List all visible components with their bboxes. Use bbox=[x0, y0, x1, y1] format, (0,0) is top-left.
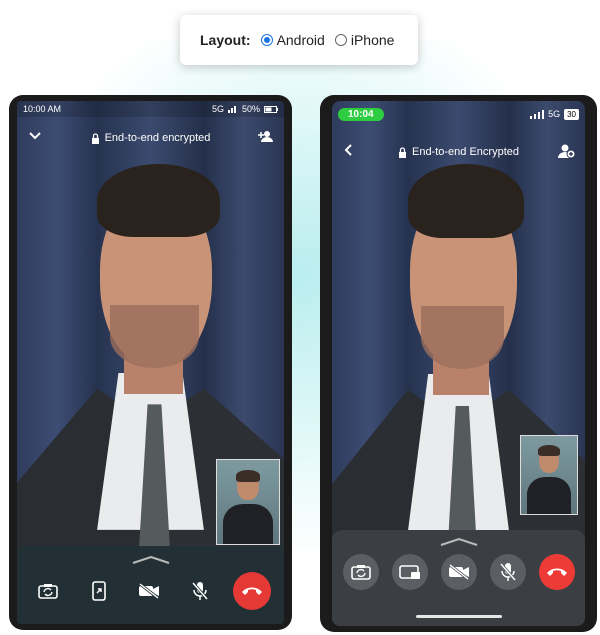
drag-handle-icon[interactable] bbox=[131, 552, 171, 570]
screen-share-button[interactable] bbox=[391, 554, 428, 590]
lock-icon bbox=[398, 146, 406, 158]
iphone-encrypted-label: End-to-end Encrypted bbox=[411, 146, 519, 158]
iphone-network: 5G bbox=[548, 109, 561, 119]
flip-camera-icon bbox=[38, 584, 59, 599]
iphone-time: 10:04 bbox=[338, 107, 384, 121]
radio-android[interactable] bbox=[260, 34, 273, 46]
add-person-icon[interactable] bbox=[256, 129, 274, 146]
iphone-battery: 30 bbox=[564, 108, 579, 120]
chevron-left-icon[interactable] bbox=[342, 143, 356, 160]
android-phone: 10:00 AM 5G 50% End-to-end encrypted bbox=[9, 95, 292, 630]
android-call-controls bbox=[17, 546, 284, 624]
end-call-button[interactable] bbox=[232, 572, 271, 610]
layout-option-iphone-label: iPhone bbox=[350, 32, 395, 48]
iphone-status-bar: 10:04 5G 30 bbox=[332, 105, 585, 123]
video-off-icon bbox=[139, 583, 160, 599]
layout-option-android-label: Android bbox=[276, 32, 325, 48]
flip-camera-button[interactable] bbox=[342, 554, 379, 590]
mic-off-icon bbox=[191, 582, 209, 600]
mic-off-icon bbox=[499, 563, 516, 581]
android-status-bar: 10:00 AM 5G 50% bbox=[17, 101, 284, 117]
signal-icon bbox=[530, 109, 545, 119]
layout-label: Layout: bbox=[200, 32, 251, 48]
end-call-icon bbox=[241, 587, 262, 595]
self-video-pip[interactable] bbox=[520, 435, 578, 515]
iphone-screen: 10:04 5G 30 End-to-end Encrypted bbox=[332, 101, 585, 626]
mic-off-button[interactable] bbox=[489, 554, 526, 590]
iphone-phone: 10:04 5G 30 End-to-end Encrypted bbox=[320, 95, 597, 632]
layout-selector: Layout: Android iPhone bbox=[180, 15, 418, 65]
signal-icon bbox=[227, 106, 236, 113]
end-call-button[interactable] bbox=[538, 554, 575, 590]
flip-camera-icon bbox=[350, 565, 371, 580]
flip-camera-button[interactable] bbox=[30, 573, 66, 609]
iphone-call-controls bbox=[332, 530, 585, 626]
add-person-icon[interactable] bbox=[557, 143, 576, 162]
video-off-button[interactable] bbox=[131, 573, 167, 609]
radio-iphone[interactable] bbox=[334, 34, 347, 46]
iphone-header: End-to-end Encrypted bbox=[332, 137, 585, 167]
layout-option-iphone[interactable]: iPhone bbox=[334, 32, 395, 48]
screen-share-icon bbox=[398, 565, 420, 579]
home-indicator[interactable] bbox=[415, 615, 502, 618]
android-screen: 10:00 AM 5G 50% End-to-end encrypted bbox=[17, 101, 284, 624]
screen-share-icon bbox=[92, 581, 106, 601]
android-time: 10:00 AM bbox=[23, 104, 62, 114]
android-header: End-to-end encrypted bbox=[17, 123, 284, 153]
android-network: 5G bbox=[211, 104, 224, 114]
chevron-down-icon[interactable] bbox=[27, 129, 43, 146]
video-off-button[interactable] bbox=[440, 554, 477, 590]
layout-option-android[interactable]: Android bbox=[260, 32, 325, 48]
battery-icon bbox=[264, 105, 278, 113]
mic-off-button[interactable] bbox=[182, 573, 218, 609]
android-battery-text: 50% bbox=[241, 104, 260, 114]
drag-handle-icon[interactable] bbox=[439, 534, 479, 552]
end-call-icon bbox=[546, 568, 567, 576]
video-off-icon bbox=[448, 564, 469, 580]
screen-share-button[interactable] bbox=[81, 573, 117, 609]
self-video-pip[interactable] bbox=[216, 459, 280, 545]
android-encrypted-label: End-to-end encrypted bbox=[104, 132, 211, 144]
lock-icon bbox=[91, 132, 99, 144]
